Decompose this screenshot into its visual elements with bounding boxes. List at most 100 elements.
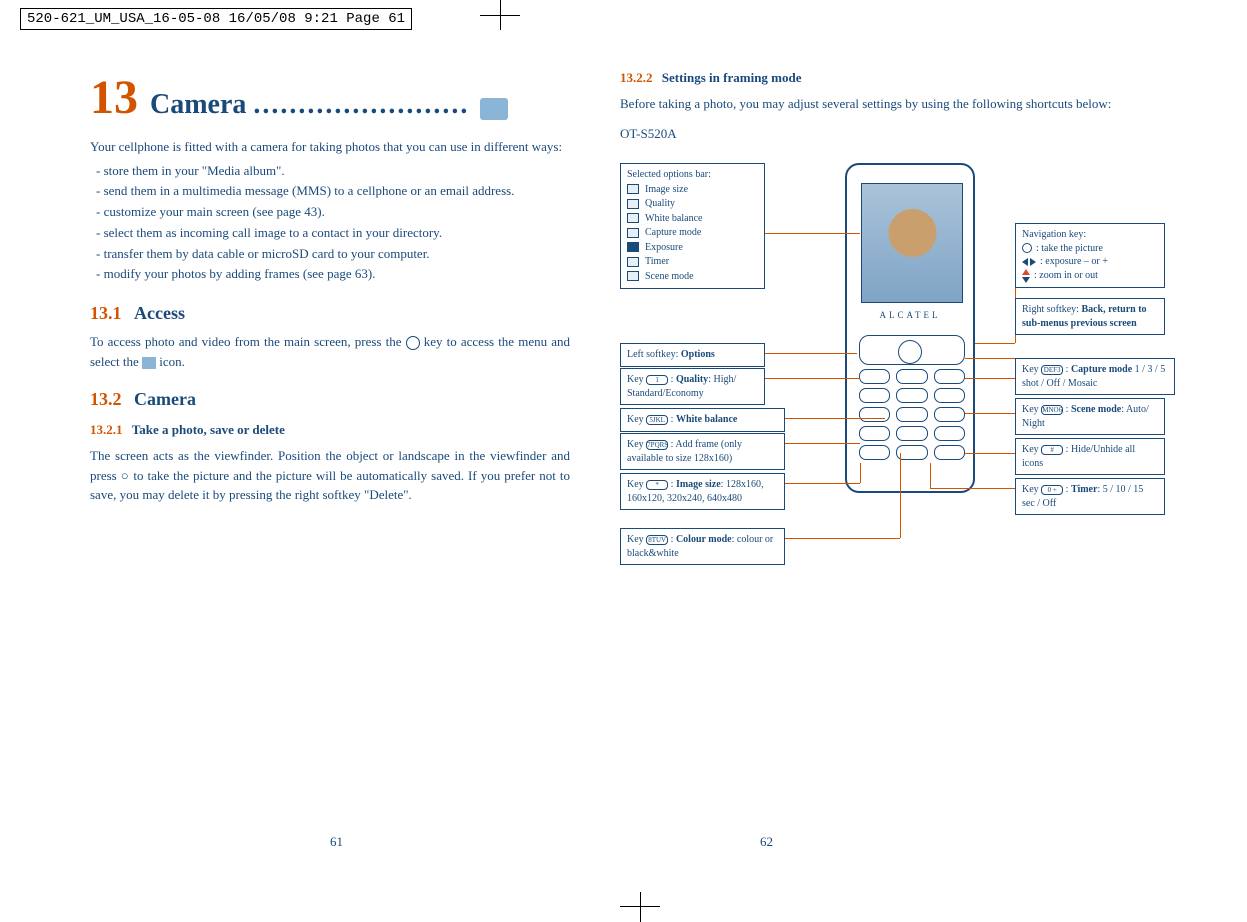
key-icon	[934, 426, 965, 441]
bullet-text: select them as incoming call image to a …	[104, 225, 442, 240]
key-5-icon: 5JKL	[646, 415, 668, 425]
page-number-left: 61	[330, 834, 343, 850]
key-star-icon: *	[646, 480, 668, 490]
leader-line	[965, 358, 1015, 359]
leader-line	[765, 353, 857, 354]
bullet-text: transfer them by data cable or microSD c…	[104, 246, 430, 261]
callout-bold: Scene mode	[1071, 404, 1121, 415]
callout-right-softkey: Right softkey: Back, return to sub-menus…	[1015, 298, 1165, 335]
model-label: OT-S520A	[620, 124, 1150, 144]
callout-bold: Image size	[676, 479, 721, 490]
key-6-icon: MNO6	[1041, 405, 1063, 415]
bullet-list: - store them in your "Media album". - se…	[90, 161, 570, 286]
callout-text: Key	[627, 534, 646, 545]
key-icon	[934, 445, 965, 460]
phone-keypad	[859, 335, 965, 460]
key-1-icon: 1	[646, 375, 668, 385]
up-down-arrows-icon	[1022, 269, 1030, 283]
phone-screen	[861, 183, 963, 303]
callout-title: Selected options bar:	[627, 168, 758, 182]
key-icon	[859, 426, 890, 441]
section-title: Access	[134, 303, 185, 323]
callout-text: : take the picture	[1036, 242, 1103, 256]
print-header: 520-621_UM_USA_16-05-08 16/05/08 9:21 Pa…	[20, 8, 412, 30]
left-right-arrows-icon	[1022, 258, 1036, 266]
section-13-2-2-body: Before taking a photo, you may adjust se…	[620, 94, 1150, 114]
leader-line	[965, 413, 1015, 414]
callout-key-hash: Key # : Hide/Unhide all icons	[1015, 438, 1165, 475]
callout-text: :	[668, 374, 676, 385]
subsection-number: 13.2.1	[90, 422, 123, 437]
callout-text: Key	[627, 479, 646, 490]
subsection-13-2-2-heading: 13.2.2 Settings in framing mode	[620, 70, 1150, 86]
chapter-dots: ........................	[253, 89, 469, 120]
key-icon	[896, 445, 927, 460]
callout-title: Navigation key:	[1022, 228, 1158, 242]
callout-key-7: Key 7PQRS : Add frame (only available to…	[620, 433, 785, 470]
key-8-icon: 8TUV	[646, 535, 668, 545]
key-icon	[934, 369, 965, 384]
callout-options-bar: Selected options bar: Image size Quality…	[620, 163, 765, 289]
leader-line	[785, 418, 885, 419]
page-number-right: 62	[760, 834, 773, 850]
option-label: White balance	[645, 212, 702, 226]
list-item: - customize your main screen (see page 4…	[90, 202, 570, 223]
key-icon	[859, 388, 890, 403]
callout-text: :	[668, 534, 676, 545]
phone-outline: ALCATEL	[845, 163, 975, 493]
key-icon	[859, 369, 890, 384]
callout-bold: Timer	[1071, 484, 1097, 495]
section-number: 13.2	[90, 389, 122, 409]
list-item: - select them as incoming call image to …	[90, 223, 570, 244]
chapter-number: 13	[90, 71, 138, 124]
option-label: Quality	[645, 197, 675, 211]
bullet-text: customize your main screen (see page 43)…	[104, 204, 325, 219]
page-right: 13.2.2 Settings in framing mode Before t…	[590, 70, 1150, 850]
callout-key-5: Key 5JKL : White balance	[620, 408, 785, 432]
subsection-number: 13.2.2	[620, 70, 653, 85]
callout-text: :	[668, 414, 676, 425]
key-7-icon: 7PQRS	[646, 440, 668, 450]
option-label: Capture mode	[645, 226, 701, 240]
callout-bold: Capture mode	[1071, 364, 1132, 375]
callout-text: Key	[627, 374, 646, 385]
white-balance-icon	[627, 213, 639, 223]
camcorder-icon	[480, 98, 508, 120]
callout-left-softkey: Left softkey: Options	[620, 343, 765, 367]
leader-line	[900, 453, 901, 538]
callout-key-6: Key MNO6 : Scene mode: Auto/ Night	[1015, 398, 1165, 435]
callout-nav-key: Navigation key: : take the picture : exp…	[1015, 223, 1165, 288]
section-13-2-heading: 13.2 Camera	[90, 389, 570, 410]
callout-text: : zoom in or out	[1034, 269, 1098, 283]
subsection-13-2-1-heading: 13.2.1 Take a photo, save or delete	[90, 422, 570, 438]
leader-line	[785, 443, 860, 444]
callout-key-8: Key 8TUV : Colour mode: colour or black&…	[620, 528, 785, 565]
leader-line	[965, 453, 1015, 454]
leader-line	[975, 343, 1015, 344]
callout-text: Left softkey:	[627, 349, 681, 360]
key-icon	[896, 388, 927, 403]
intro-text: Your cellphone is fitted with a camera f…	[90, 137, 570, 157]
key-icon	[896, 426, 927, 441]
quality-icon	[627, 199, 639, 209]
chapter-heading: 13 Camera ........................	[90, 70, 570, 125]
leader-line	[785, 538, 900, 539]
callout-key-star: Key * : Image size: 128x160, 160x120, 32…	[620, 473, 785, 510]
callout-text: :	[1063, 404, 1071, 415]
leader-line	[785, 483, 860, 484]
body-text: To access photo and video from the main …	[90, 334, 406, 349]
phone-diagram: ALCATEL Selected options bar: Image size…	[620, 163, 1150, 643]
leader-line	[765, 233, 860, 234]
chapter-title-text: Camera	[150, 89, 246, 120]
key-icon	[934, 407, 965, 422]
option-label: Image size	[645, 183, 688, 197]
page-left: 13 Camera ........................ Your …	[90, 70, 590, 850]
camera-icon	[142, 357, 156, 369]
bullet-text: store them in your "Media album".	[104, 163, 285, 178]
callout-text: : exposure – or +	[1040, 255, 1108, 269]
ok-key-icon	[1022, 243, 1032, 253]
leader-line	[930, 463, 931, 488]
callout-bold: Colour mode	[676, 534, 732, 545]
key-icon	[859, 445, 890, 460]
callout-text: Key	[1022, 364, 1041, 375]
